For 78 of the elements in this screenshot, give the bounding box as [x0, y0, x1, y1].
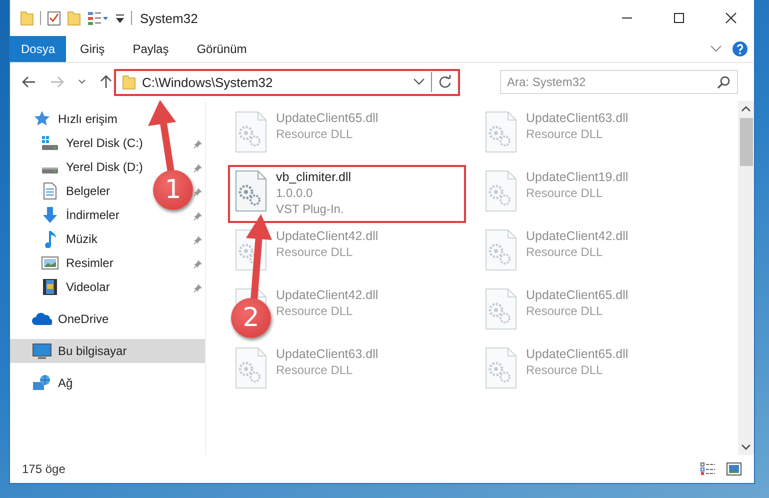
chevron-down-icon[interactable]	[413, 78, 425, 86]
refresh-icon[interactable]	[438, 75, 452, 89]
pin-icon[interactable]	[193, 259, 203, 269]
scroll-up-icon[interactable]	[741, 105, 751, 112]
cloud-icon	[32, 312, 52, 326]
ribbon-tab[interactable]: Paylaş	[118, 36, 183, 62]
file-name: UpdateClient65.dll	[526, 347, 628, 361]
folder-icon	[122, 74, 136, 90]
back-arrow-icon[interactable]	[22, 76, 36, 88]
nav-item[interactable]: Yerel Disk (C:)	[66, 136, 143, 150]
file-detail: 1.0.0.0	[276, 186, 314, 200]
file-name: UpdateClient42.dll	[276, 229, 378, 243]
pin-icon[interactable]	[193, 211, 203, 221]
properties-icon[interactable]	[87, 10, 109, 26]
pin-icon[interactable]	[193, 139, 203, 149]
nav-item[interactable]: Bu bilgisayar	[10, 339, 205, 363]
music-note-icon	[43, 230, 57, 248]
address-field[interactable]: C:\Windows\System32	[114, 68, 460, 96]
maximize-icon[interactable]	[673, 12, 685, 24]
file-name: UpdateClient65.dll	[276, 111, 378, 125]
file-detail: Resource DLL	[276, 245, 354, 259]
file-detail: Resource DLL	[526, 127, 604, 141]
pin-icon[interactable]	[193, 235, 203, 245]
search-icon	[717, 76, 730, 89]
pin-icon[interactable]	[193, 283, 203, 293]
file-detail: Resource DLL	[526, 186, 604, 200]
file-detail: Resource DLL	[526, 304, 604, 318]
chevron-down-icon[interactable]	[78, 79, 86, 85]
nav-item[interactable]: Belgeler	[66, 184, 110, 198]
file-name: UpdateClient65.dll	[526, 288, 628, 302]
document-icon	[42, 182, 58, 200]
file-detail: Resource DLL	[526, 363, 604, 377]
scrollbar[interactable]	[738, 101, 754, 455]
nav-item[interactable]: Müzik	[66, 232, 98, 246]
file-name: UpdateClient42.dll	[526, 229, 628, 243]
file-name: UpdateClient19.dll	[526, 170, 628, 184]
nav-item[interactable]: İndirmeler	[66, 208, 120, 222]
file-detail: Resource DLL	[526, 245, 604, 259]
search-field[interactable]: Ara: System32	[500, 70, 738, 94]
file-name: vb_climiter.dll	[276, 170, 352, 184]
picture-icon	[41, 255, 59, 271]
drive-icon	[41, 166, 59, 174]
file-detail: Resource DLL	[276, 127, 354, 141]
item-count: 175 öge	[22, 462, 66, 476]
nav-item[interactable]: Hızlı erişim	[58, 112, 118, 126]
scroll-thumb[interactable]	[740, 118, 752, 166]
film-strip-icon	[42, 278, 58, 296]
network-globe-icon	[32, 374, 52, 392]
monitor-icon	[32, 342, 52, 360]
scroll-down-icon[interactable]	[741, 444, 751, 451]
pin-icon[interactable]	[193, 187, 203, 197]
nav-item[interactable]: Resimler	[66, 256, 114, 270]
file-detail: Resource DLL	[276, 304, 354, 318]
details-view-icon[interactable]	[700, 462, 716, 476]
nav-item[interactable]: OneDrive	[58, 312, 109, 326]
pin-icon[interactable]	[193, 163, 203, 173]
star-icon	[33, 110, 51, 128]
ribbon-tab[interactable]: Giriş	[66, 36, 119, 62]
up-arrow-icon[interactable]	[100, 75, 112, 89]
drive-icon	[41, 135, 59, 151]
nav-item[interactable]: Yerel Disk (D:)	[66, 160, 143, 174]
ribbon-tab[interactable]: Dosya	[10, 36, 66, 62]
download-arrow-icon	[41, 206, 59, 224]
file-tile[interactable]: vb_climiter.dll 1.0.0.0 VST Plug-In.	[228, 165, 466, 223]
large-icons-view-icon[interactable]	[726, 462, 742, 476]
file-detail: VST Plug-In.	[276, 202, 345, 216]
checklist-icon[interactable]	[47, 10, 61, 26]
file-name: UpdateClient63.dll	[526, 111, 628, 125]
window-title: System32	[140, 10, 199, 26]
file-detail: Resource DLL	[276, 363, 354, 377]
file-name: UpdateClient63.dll	[276, 347, 378, 361]
file-name: UpdateClient42.dll	[276, 288, 378, 302]
nav-item[interactable]: Ağ	[58, 376, 73, 390]
ribbon-tab[interactable]: Görünüm	[182, 36, 261, 62]
nav-item[interactable]: Videolar	[66, 280, 110, 294]
help-icon[interactable]	[732, 41, 748, 57]
close-icon[interactable]	[725, 12, 737, 24]
nav-item-label: Bu bilgisayar	[58, 344, 128, 358]
